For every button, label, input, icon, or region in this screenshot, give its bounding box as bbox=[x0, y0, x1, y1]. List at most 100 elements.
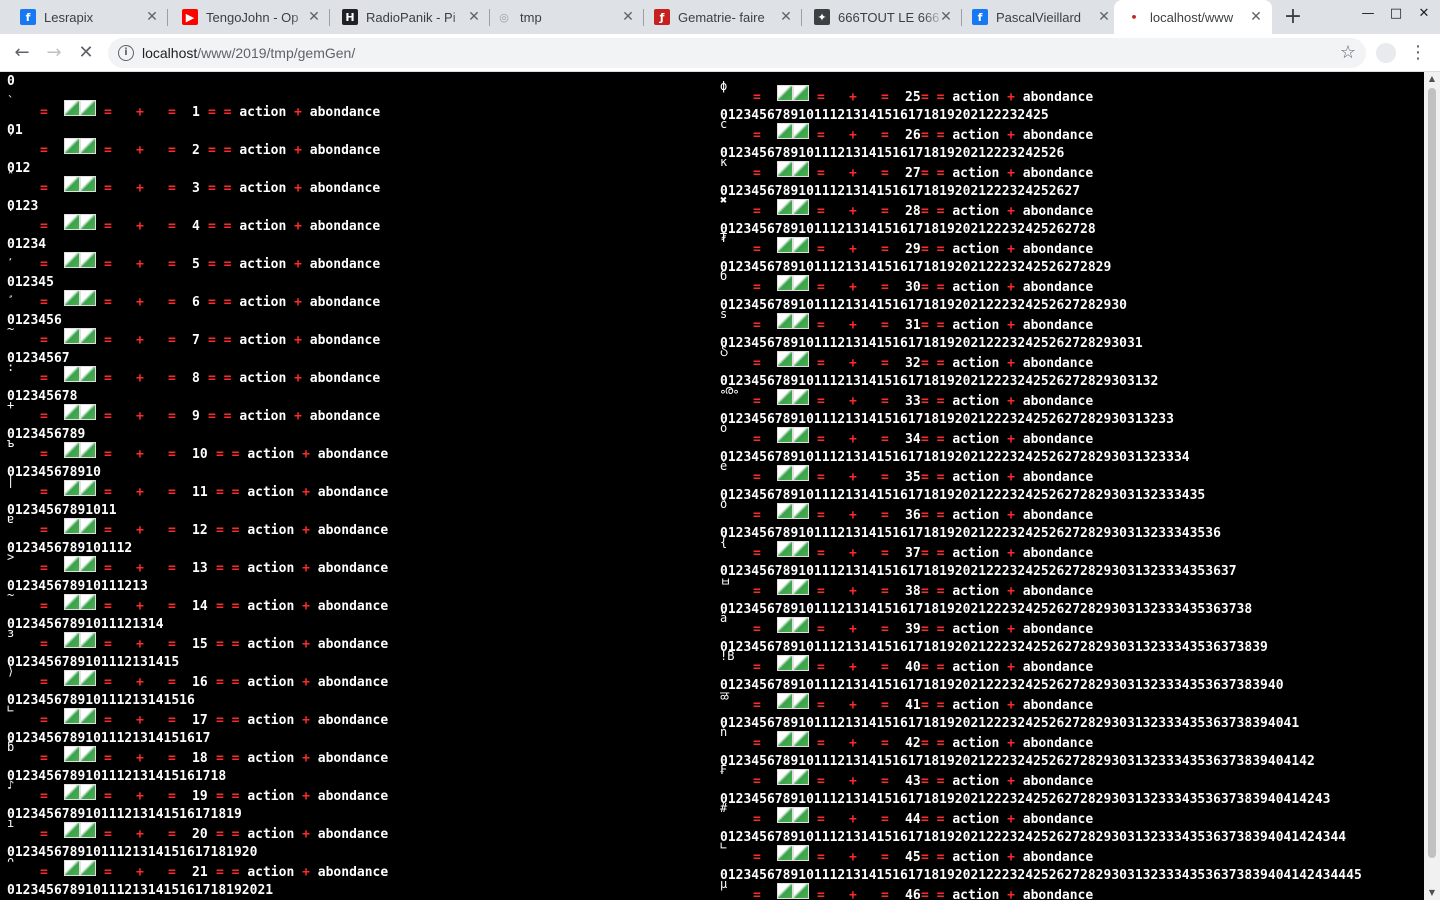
equals-sign: = bbox=[40, 143, 48, 158]
equals-sign: = bbox=[753, 812, 761, 827]
digit-sequence: 01234567891011121314151617181920 bbox=[7, 845, 258, 860]
browser-tab[interactable]: • localhost/www ✕ bbox=[1114, 0, 1272, 34]
equals-sign: = bbox=[881, 584, 889, 599]
plus-sign: + bbox=[136, 105, 144, 120]
close-tab-icon[interactable]: ✕ bbox=[306, 9, 322, 25]
gematria-value: 2 bbox=[192, 143, 200, 158]
equals-sign: = bbox=[881, 356, 889, 371]
broken-image-icon bbox=[80, 784, 96, 800]
maximize-window-button[interactable]: □ bbox=[1383, 6, 1409, 26]
forward-button[interactable]: → bbox=[40, 39, 68, 67]
broken-image-icon bbox=[777, 199, 793, 215]
glyph-symbol: ൟ bbox=[720, 383, 738, 397]
back-button[interactable]: ← bbox=[8, 39, 36, 67]
digit-sequence: 0123456789 bbox=[7, 427, 86, 442]
formula-text: = = action + abondance bbox=[216, 789, 389, 804]
equals-sign: = bbox=[40, 371, 48, 386]
close-tab-icon[interactable]: ✕ bbox=[466, 9, 482, 25]
browser-menu-icon[interactable]: ⋮ bbox=[1408, 39, 1428, 67]
plus-sign: + bbox=[849, 128, 857, 143]
browser-tab[interactable]: ▶ TengoJohn - Op ✕ bbox=[170, 0, 330, 34]
vertical-scrollbar[interactable]: ▲ ▼ bbox=[1424, 72, 1440, 900]
equals-sign: = bbox=[753, 318, 761, 333]
browser-tab[interactable]: ◎ tmp ✕ bbox=[484, 0, 644, 34]
scroll-down-arrow-icon[interactable]: ▼ bbox=[1424, 886, 1440, 900]
glyph-symbol: ɐ bbox=[7, 512, 15, 526]
browser-tab[interactable]: ✦ 666TOUT LE 666 ✕ bbox=[802, 0, 962, 34]
equals-sign: = bbox=[40, 295, 48, 310]
equals-sign: = bbox=[168, 523, 176, 538]
browser-tab[interactable]: f Lesrapix ✕ bbox=[8, 0, 168, 34]
broken-image-icon bbox=[793, 617, 809, 633]
glyph-symbol: ė bbox=[720, 459, 728, 473]
minimize-window-button[interactable]: — bbox=[1355, 6, 1381, 26]
scrollbar-thumb[interactable] bbox=[1428, 88, 1436, 858]
scroll-up-arrow-icon[interactable]: ▲ bbox=[1424, 72, 1440, 86]
plus-sign: + bbox=[849, 166, 857, 181]
close-tab-icon[interactable]: ✕ bbox=[144, 9, 160, 25]
broken-image-icon bbox=[793, 389, 809, 405]
gematria-value: 37 bbox=[905, 546, 921, 561]
equals-sign: = bbox=[753, 204, 761, 219]
glyph-symbol: : bbox=[7, 360, 15, 374]
digit-sequence: 0123456789101112131415161718192021222324… bbox=[720, 260, 1112, 275]
digit-sequence: 0123456789101112131415161718192021222324… bbox=[720, 792, 1331, 807]
close-tab-icon[interactable]: ✕ bbox=[778, 9, 794, 25]
equals-sign: = bbox=[104, 181, 112, 196]
broken-image-icon bbox=[793, 541, 809, 557]
equals-sign: = bbox=[168, 143, 176, 158]
equals-sign: = bbox=[753, 470, 761, 485]
bookmark-star-icon[interactable]: ☆ bbox=[1340, 42, 1356, 63]
formula-text: = = action + abondance bbox=[208, 105, 381, 120]
equals-sign: = bbox=[753, 660, 761, 675]
equals-sign: = bbox=[104, 485, 112, 500]
equals-sign: = bbox=[168, 447, 176, 462]
plus-sign: + bbox=[849, 546, 857, 561]
close-tab-icon[interactable]: ✕ bbox=[1096, 9, 1112, 25]
equals-sign: = bbox=[104, 599, 112, 614]
broken-image-icon bbox=[793, 503, 809, 519]
formula-text: = = action + abondance bbox=[921, 546, 1094, 561]
address-bar[interactable]: i localhost/www/2019/tmp/gemGen/ ☆ bbox=[108, 38, 1366, 68]
new-tab-button[interactable]: + bbox=[1280, 5, 1306, 31]
equals-sign: = bbox=[104, 561, 112, 576]
digit-sequence: 0123 bbox=[7, 199, 39, 214]
profile-avatar[interactable] bbox=[1376, 43, 1396, 63]
equals-sign: = bbox=[104, 371, 112, 386]
plus-sign: + bbox=[136, 219, 144, 234]
digit-sequence: 012345678910111213141516 bbox=[7, 693, 195, 708]
broken-image-icon bbox=[793, 427, 809, 443]
close-window-button[interactable]: ✕ bbox=[1411, 6, 1437, 26]
glyph-symbol: ň bbox=[720, 725, 728, 739]
plus-sign: + bbox=[136, 751, 144, 766]
equals-sign: = bbox=[817, 90, 825, 105]
gematria-value: 1 bbox=[192, 105, 200, 120]
digit-sequence: 0123456789101112131415161718192021222324… bbox=[720, 184, 1081, 199]
browser-tab[interactable]: f PascalVieillard ✕ bbox=[960, 0, 1120, 34]
browser-tab[interactable]: ƒ Gematrie- faire ✕ bbox=[642, 0, 802, 34]
digit-sequence: 0123456789101112131415161718192021222324… bbox=[720, 374, 1159, 389]
plus-sign: + bbox=[849, 850, 857, 865]
broken-image-icon bbox=[80, 556, 96, 572]
url-text[interactable]: localhost/www/2019/tmp/gemGen/ bbox=[142, 45, 355, 61]
site-info-icon[interactable]: i bbox=[118, 45, 134, 61]
digit-sequence: 01234 bbox=[7, 237, 47, 252]
close-tab-icon[interactable]: ✕ bbox=[938, 9, 954, 25]
equals-sign: = bbox=[40, 105, 48, 120]
broken-image-icon bbox=[793, 845, 809, 861]
broken-image-icon bbox=[80, 746, 96, 762]
stop-loading-button[interactable]: ✕ bbox=[72, 39, 100, 67]
plus-sign: + bbox=[136, 675, 144, 690]
browser-tab[interactable]: H RadioPanik - Pi ✕ bbox=[330, 0, 490, 34]
equals-sign: = bbox=[817, 584, 825, 599]
broken-image-icon bbox=[64, 176, 80, 192]
equals-sign: = bbox=[753, 356, 761, 371]
close-tab-icon[interactable]: ✕ bbox=[1248, 9, 1264, 25]
formula-text: = = action + abondance bbox=[921, 280, 1094, 295]
glyph-symbol: { bbox=[720, 535, 728, 549]
gematria-value: 15 bbox=[192, 637, 208, 652]
close-tab-icon[interactable]: ✕ bbox=[620, 9, 636, 25]
formula-text: = = action + abondance bbox=[921, 470, 1094, 485]
equals-sign: = bbox=[168, 561, 176, 576]
broken-image-icon bbox=[80, 290, 96, 306]
